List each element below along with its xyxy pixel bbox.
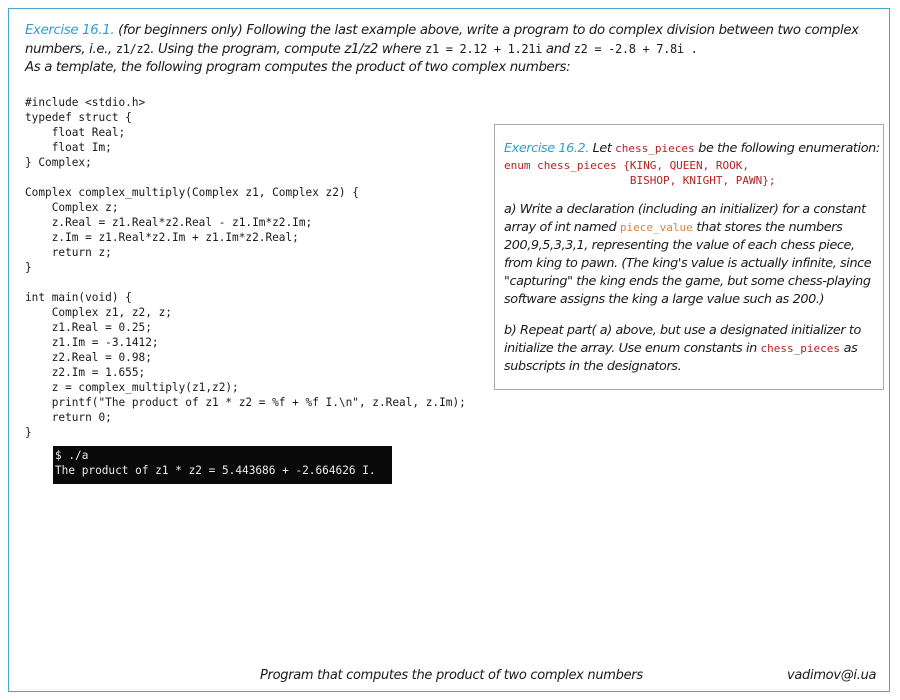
exercise-16-2-label: Exercise 16.2. [504,141,589,156]
enum-line: BISHOP, KNIGHT, PAWN}; [504,174,776,187]
code-line: } [25,261,32,274]
enum-line: enum chess_pieces {KING, QUEEN, ROOK, [504,159,750,172]
exercise-16-2-panel: Exercise 16.2. Let chess_pieces be the f… [494,124,884,390]
slide-caption: Program that computes the product of two… [260,668,643,683]
exercise-16-2-let: Let [588,141,616,156]
code-line: return 0; [25,411,112,424]
code-line: int main(void) { [25,291,132,304]
code-line: z = complex_multiply(z1,z2); [25,381,239,394]
expr-z2: z2 = -2.8 + 7.8i . [573,42,698,56]
code-line: Complex complex_multiply(Complex z1, Com… [25,186,359,199]
code-line: float Im; [25,141,112,154]
code-line: z1.Im = -3.1412; [25,336,159,349]
exercise-16-1-label: Exercise 16.1. [25,23,115,38]
terminal-result: The product of z1 * z2 = 5.443686 + -2.6… [55,464,376,477]
code-line: #include <stdio.h> [25,96,146,109]
code-line: z2.Im = 1.655; [25,366,146,379]
template-intro: As a template, the following program com… [25,60,571,75]
enum-name: chess_pieces [615,142,695,155]
author-email: vadimov@i.ua [787,668,877,683]
terminal-prompt: $ ./a [55,449,89,462]
code-line: printf("The product of z1 * z2 = %f + %f… [25,396,466,409]
exercise-16-1: Exercise 16.1. (for beginners only) Foll… [25,22,875,77]
exercise-16-2: Exercise 16.2. Let chess_pieces be the f… [504,140,882,376]
code-line: z2.Real = 0.98; [25,351,152,364]
expr-z1: z1 = 2.12 + 1.21i [425,42,542,56]
code-line: Complex z; [25,201,119,214]
code-line: float Real; [25,126,126,139]
code-line: z.Real = z1.Real*z2.Real - z1.Im*z2.Im; [25,216,313,229]
array-name: piece_value [619,221,693,234]
code-line: return z; [25,246,112,259]
code-line: z.Im = z1.Real*z2.Im + z1.Im*z2.Real; [25,231,299,244]
code-listing: #include <stdio.h> typedef struct { floa… [25,95,466,440]
enum-ref: chess_pieces [760,342,840,355]
part-b: b) Repeat part( a) above, but use a desi… [504,322,882,376]
exercise-16-1-text-b: . Using the program, compute z1/z2 where [150,42,426,57]
code-line: } [25,426,32,439]
terminal-output: $ ./a The product of z1 * z2 = 5.443686 … [53,446,392,484]
code-line: } Complex; [25,156,92,169]
exercise-16-1-text-c: and [542,42,574,57]
code-line: z1.Real = 0.25; [25,321,152,334]
part-a: a) Write a declaration (including an ini… [504,201,882,309]
code-line: typedef struct { [25,111,132,124]
exercise-16-2-be: be the following enumeration: [694,141,880,156]
enum-declaration: enum chess_pieces {KING, QUEEN, ROOK, BI… [504,158,882,188]
expr-div: z1/z2 [115,42,151,56]
code-line: Complex z1, z2, z; [25,306,172,319]
